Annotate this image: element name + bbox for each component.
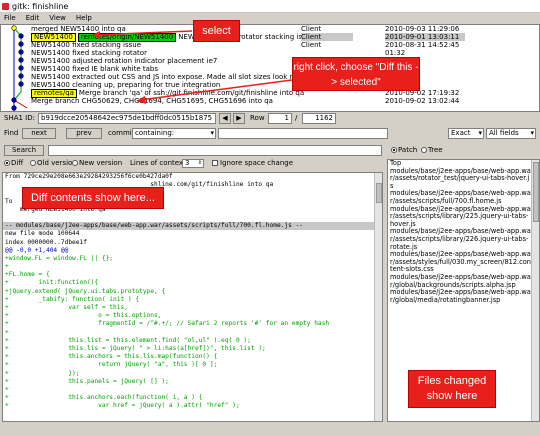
annotation-diff-contents: Diff contents show here...: [22, 187, 164, 209]
annotation-right-click: right click, choose "Diff this -> select…: [292, 57, 420, 91]
annotation-files-changed: Files changed show here: [408, 370, 496, 408]
annotation-select: select: [193, 20, 240, 42]
